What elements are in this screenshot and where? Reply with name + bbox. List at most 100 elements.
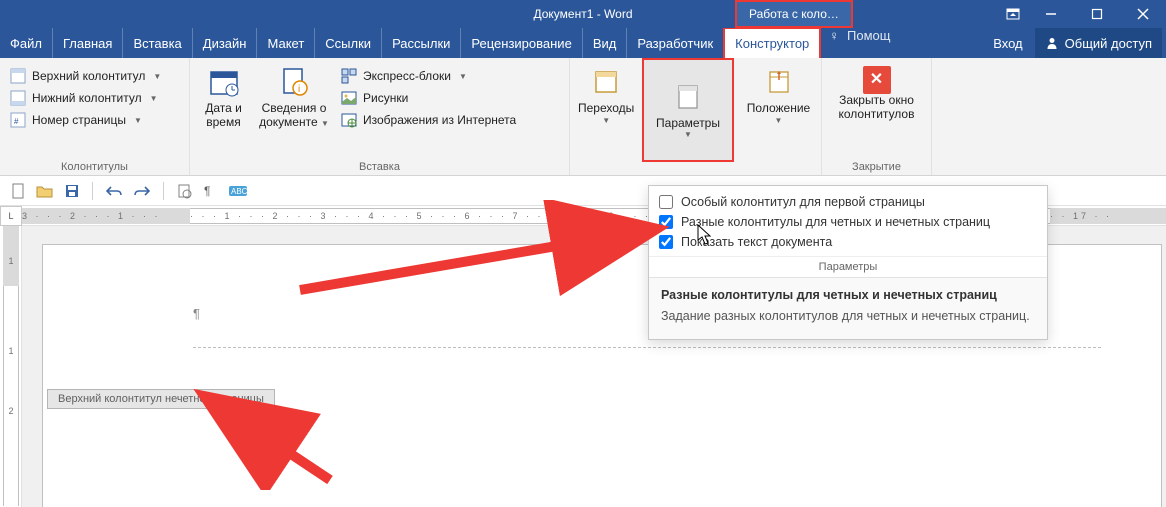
- vertical-ruler[interactable]: 1 1 2: [0, 226, 22, 507]
- window-title: Документ1 - Word: [533, 7, 632, 21]
- tab-designer[interactable]: Конструктор: [723, 27, 821, 58]
- group-hf-label: Колонтитулы: [6, 159, 183, 173]
- svg-text:i: i: [298, 84, 300, 95]
- date-time-label-2: время: [206, 116, 240, 130]
- footer-icon: [10, 90, 26, 106]
- parameters-button[interactable]: Параметры ▼: [642, 58, 734, 162]
- parameters-label: Параметры: [656, 117, 720, 131]
- option-odd-even[interactable]: Разные колонтитулы для четных и нечетных…: [659, 212, 1037, 232]
- ruler-right-margin: · · 17 · ·: [1050, 208, 1166, 224]
- chevron-down-icon: ▼: [602, 116, 610, 125]
- share-label: Общий доступ: [1065, 36, 1152, 51]
- option-first-page[interactable]: Особый колонтитул для первой страницы: [659, 192, 1037, 212]
- show-doc-checkbox[interactable]: [659, 235, 673, 249]
- doc-info-button[interactable]: i Сведения о документе ▼: [255, 62, 333, 159]
- close-x-icon: ✕: [863, 66, 891, 94]
- quick-parts-icon: [341, 68, 357, 84]
- page-number-button[interactable]: # Номер страницы ▼: [6, 110, 165, 130]
- chevron-down-icon: ▼: [321, 119, 329, 128]
- online-pictures-label: Изображения из Интернета: [363, 113, 516, 127]
- print-preview-icon[interactable]: [176, 183, 192, 199]
- popover-section-label: Параметры: [649, 256, 1047, 277]
- undo-icon[interactable]: [105, 184, 123, 198]
- chevron-down-icon: ▼: [150, 94, 158, 103]
- footer-label: Нижний колонтитул: [32, 91, 142, 105]
- chevron-down-icon: ▼: [153, 72, 161, 81]
- doc-info-label-1: Сведения о: [262, 102, 327, 116]
- close-hf-label-1: Закрыть окно: [839, 94, 914, 108]
- sign-in-link[interactable]: Вход: [985, 36, 1030, 51]
- position-label: Положение: [747, 102, 810, 116]
- tab-file[interactable]: Файл: [0, 28, 53, 58]
- odd-even-checkbox[interactable]: [659, 215, 673, 229]
- chevron-down-icon: ▼: [459, 72, 467, 81]
- parameters-popover: Особый колонтитул для первой страницы Ра…: [648, 185, 1048, 340]
- header-label: Верхний колонтитул: [32, 69, 145, 83]
- close-hf-button[interactable]: ✕ Закрыть окно колонтитулов: [828, 62, 925, 159]
- tab-home[interactable]: Главная: [53, 28, 123, 58]
- group-parameters: Параметры ▼: [640, 58, 736, 175]
- ribbon-display-options-icon[interactable]: [998, 0, 1028, 28]
- header-tag: Верхний колонтитул нечетной страницы: [47, 389, 275, 409]
- redo-icon[interactable]: [133, 184, 151, 198]
- chevron-down-icon: ▼: [134, 116, 142, 125]
- minimize-icon[interactable]: [1028, 0, 1074, 28]
- svg-text:#: #: [14, 117, 19, 126]
- tab-developer[interactable]: Разработчик: [627, 28, 723, 58]
- tab-references[interactable]: Ссылки: [315, 28, 382, 58]
- window-controls: [998, 0, 1166, 28]
- open-icon[interactable]: [36, 183, 54, 199]
- tooltip-panel: Разные колонтитулы для четных и нечетных…: [649, 277, 1047, 339]
- share-button[interactable]: Общий доступ: [1035, 28, 1162, 58]
- tab-view[interactable]: Вид: [583, 28, 628, 58]
- group-insert: Дата и время i Сведения о документе ▼ Эк…: [190, 58, 570, 175]
- tell-me-label[interactable]: Помощ: [839, 28, 898, 58]
- group-navigation: Переходы ▼: [570, 58, 640, 175]
- transitions-label: Переходы: [578, 102, 634, 116]
- tab-selector[interactable]: L: [0, 206, 22, 226]
- tooltip-body: Задание разных колонтитулов для четных и…: [661, 308, 1035, 325]
- date-time-button[interactable]: Дата и время: [196, 62, 251, 159]
- maximize-icon[interactable]: [1074, 0, 1120, 28]
- online-pictures-icon: [341, 112, 357, 128]
- save-icon[interactable]: [64, 183, 80, 199]
- pictures-label: Рисунки: [363, 91, 408, 105]
- first-page-label: Особый колонтитул для первой страницы: [681, 195, 925, 209]
- group-position: Положение ▼: [736, 58, 822, 175]
- tab-insert[interactable]: Вставка: [123, 28, 192, 58]
- new-doc-icon[interactable]: [10, 183, 26, 199]
- header-icon: [10, 68, 26, 84]
- tab-mailings[interactable]: Рассылки: [382, 28, 461, 58]
- footer-button[interactable]: Нижний колонтитул ▼: [6, 88, 165, 108]
- tab-review[interactable]: Рецензирование: [461, 28, 582, 58]
- spelling-icon[interactable]: ABC: [228, 183, 248, 199]
- tab-layout[interactable]: Макет: [257, 28, 315, 58]
- pictures-button[interactable]: Рисунки: [337, 88, 520, 108]
- page-number-label: Номер страницы: [32, 113, 126, 127]
- calendar-icon: [208, 66, 240, 98]
- show-hide-icon[interactable]: ¶: [202, 183, 218, 199]
- group-close-label: Закрытие: [828, 159, 925, 173]
- show-doc-label: Показать текст документа: [681, 235, 832, 249]
- odd-even-label: Разные колонтитулы для четных и нечетных…: [681, 215, 990, 229]
- group-insert-label: Вставка: [196, 159, 563, 173]
- header-button[interactable]: Верхний колонтитул ▼: [6, 66, 165, 86]
- quick-parts-button[interactable]: Экспресс-блоки ▼: [337, 66, 520, 86]
- position-button[interactable]: Положение ▼: [742, 62, 815, 159]
- svg-text:¶: ¶: [204, 184, 210, 198]
- header-boundary: [193, 347, 1101, 348]
- transitions-button[interactable]: Переходы ▼: [576, 62, 636, 159]
- first-page-checkbox[interactable]: [659, 195, 673, 209]
- title-bar: Документ1 - Word Работа с коло…: [0, 0, 1166, 28]
- chevron-down-icon: ▼: [775, 116, 783, 125]
- option-show-doc[interactable]: Показать текст документа: [659, 232, 1037, 252]
- quick-parts-label: Экспресс-блоки: [363, 69, 451, 83]
- person-icon: [1045, 36, 1059, 50]
- close-hf-label-2: колонтитулов: [839, 108, 915, 122]
- chevron-down-icon: ▼: [684, 130, 692, 139]
- online-pictures-button[interactable]: Изображения из Интернета: [337, 110, 520, 130]
- tell-me-icon[interactable]: ♀: [829, 28, 839, 58]
- close-icon[interactable]: [1120, 0, 1166, 28]
- position-icon: [763, 66, 795, 98]
- tab-design[interactable]: Дизайн: [193, 28, 258, 58]
